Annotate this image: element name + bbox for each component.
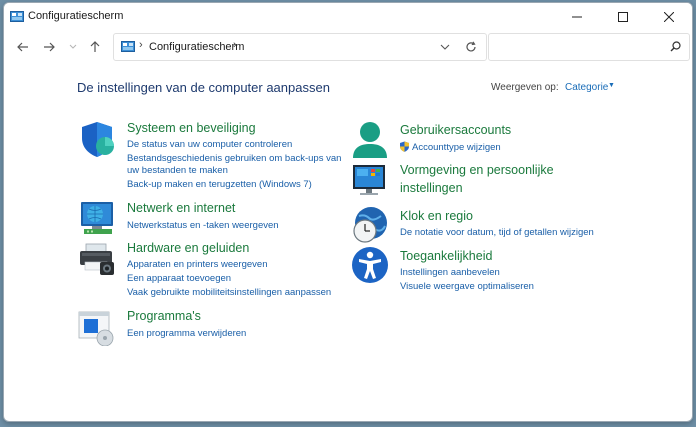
back-arrow-icon [17,42,28,52]
category-heading[interactable]: Hardware en geluiden [127,241,249,255]
maximize-button[interactable] [600,3,646,31]
category-heading[interactable]: Programma's [127,309,201,323]
window-title: Configuratiescherm [28,10,124,22]
category-link[interactable]: uw bestanden te maken [127,165,228,176]
category-link[interactable]: Vaak gebruikte mobiliteitsinstellingen a… [127,287,331,298]
chevron-down-icon [440,44,450,50]
category-heading[interactable]: Gebruikersaccounts [400,123,511,137]
printer-icon [80,243,114,275]
category-link[interactable]: Een apparaat toevoegen [127,273,231,284]
maximize-icon [618,12,628,22]
address-dropdown-icon[interactable] [440,40,450,55]
search-icon [670,41,681,52]
category-link[interactable]: Apparaten en printers weergeven [127,259,267,270]
breadcrumb-item[interactable]: Configuratiescherm [149,41,244,53]
category-heading[interactable]: Vormgeving en persoonlijke [400,163,554,177]
category-link[interactable]: De status van uw computer controleren [127,139,292,150]
up-button[interactable] [84,37,106,57]
category-link[interactable]: De notatie voor datum, tijd of getallen … [400,227,594,238]
view-by-dropdown[interactable]: Categorie [565,82,608,93]
forward-button[interactable] [38,37,60,57]
control-panel-icon [121,41,135,52]
minimize-button[interactable] [554,3,600,31]
forward-arrow-icon [44,42,55,52]
network-icon [81,202,113,234]
category-heading[interactable]: Toegankelijkheid [400,249,492,263]
programs-icon [78,311,114,346]
accessibility-icon [352,247,388,283]
main-content: De instellingen van de computer aanpasse… [4,65,692,421]
navigation-bar: › Configuratiescherm › [4,31,692,63]
recent-locations-button[interactable] [62,37,84,57]
up-arrow-icon [90,41,100,52]
refresh-icon [466,41,476,52]
category-link[interactable]: Back-up maken en terugzetten (Windows 7) [127,179,312,190]
category-link[interactable]: Netwerkstatus en -taken weergeven [127,220,279,231]
chevron-down-icon [69,44,77,49]
appearance-icon [353,165,385,195]
category-heading[interactable]: Systeem en beveiliging [127,121,256,135]
address-bar[interactable]: › Configuratiescherm › [113,33,487,61]
breadcrumb-chevron-icon[interactable]: › [139,39,143,51]
dropdown-arrow-icon[interactable]: ▼ [608,82,615,89]
title-bar: Configuratiescherm [4,3,692,31]
clock-icon [353,207,387,243]
control-panel-window: Configuratiescherm › Configuratiescherm … [3,2,693,422]
category-link[interactable]: Bestandsgeschiedenis gebruiken om back-u… [127,153,341,164]
category-link[interactable]: Instellingen aanbevelen [400,267,500,278]
shield-icon [82,122,114,157]
page-title: De instellingen van de computer aanpasse… [77,80,330,95]
breadcrumb-chevron-icon[interactable]: › [233,39,237,51]
close-icon [663,11,675,23]
user-icon [353,122,387,158]
close-button[interactable] [646,3,692,31]
category-link[interactable]: Accounttype wijzigen [412,142,501,153]
category-heading-continued[interactable]: instellingen [400,181,463,195]
refresh-button[interactable] [465,39,477,56]
category-heading[interactable]: Klok en regio [400,209,473,223]
category-heading[interactable]: Netwerk en internet [127,201,235,215]
back-button[interactable] [12,37,34,57]
uac-shield-icon [400,141,409,152]
control-panel-icon [10,11,24,22]
minimize-icon [572,16,582,18]
search-input[interactable] [488,33,690,61]
view-by-label: Weergeven op: [491,82,559,93]
category-link[interactable]: Een programma verwijderen [127,328,246,339]
category-link[interactable]: Visuele weergave optimaliseren [400,281,534,292]
